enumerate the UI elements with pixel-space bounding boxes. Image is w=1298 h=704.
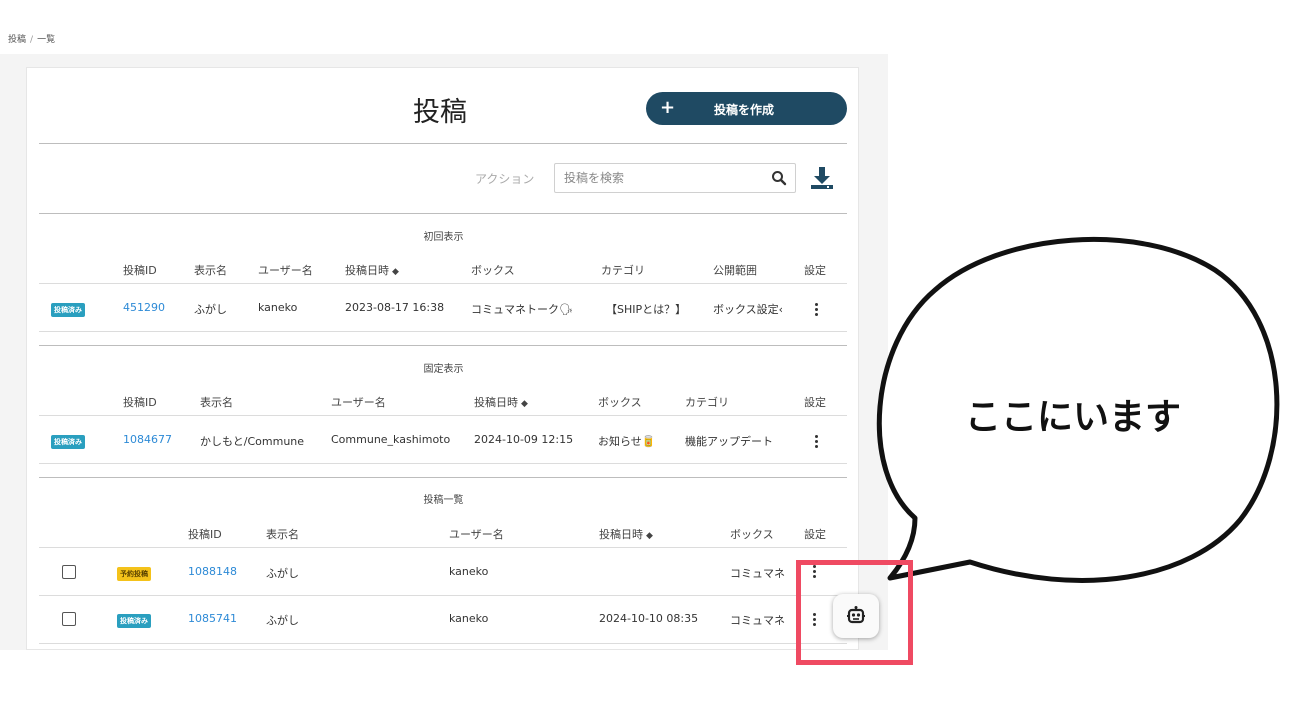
search-input[interactable] bbox=[555, 164, 755, 192]
column-header-label: 投稿日時 bbox=[345, 264, 389, 277]
search-icon[interactable] bbox=[771, 170, 787, 186]
column-header-label: 投稿日時 bbox=[599, 528, 643, 541]
display-name: ふがし bbox=[194, 303, 227, 316]
first-display-title: 初回表示 bbox=[423, 232, 464, 243]
posted-at: 2024-10-09 12:15 bbox=[474, 433, 574, 446]
row-menu-icon[interactable] bbox=[811, 301, 821, 317]
column-header-user-name: ユーザー名 bbox=[449, 528, 504, 541]
column-header-category: カテゴリ bbox=[601, 264, 645, 277]
divider bbox=[39, 415, 847, 416]
sort-icon[interactable]: ◆ bbox=[646, 531, 653, 541]
box-name: お知らせ🥫 bbox=[598, 435, 656, 448]
column-header-display-name: 表示名 bbox=[266, 528, 299, 541]
post-list-title: 投稿一覧 bbox=[423, 495, 464, 506]
column-header-id: 投稿ID bbox=[123, 396, 157, 409]
divider bbox=[39, 477, 847, 478]
sort-icon[interactable]: ◆ bbox=[521, 399, 528, 409]
divider bbox=[39, 283, 847, 284]
column-header-box: ボックス bbox=[730, 528, 774, 541]
column-header-settings: 設定 bbox=[804, 396, 826, 409]
divider bbox=[39, 213, 847, 214]
divider bbox=[39, 547, 847, 548]
column-header-id: 投稿ID bbox=[123, 264, 157, 277]
status-badge: 投稿済み bbox=[51, 435, 85, 449]
column-header-posted-at[interactable]: 投稿日時 ◆ bbox=[345, 262, 399, 278]
column-header-display-name: 表示名 bbox=[200, 396, 233, 409]
column-header-user-name: ユーザー名 bbox=[258, 264, 313, 277]
column-header-box: ボックス bbox=[471, 264, 515, 277]
category-name: 機能アップデート bbox=[685, 435, 773, 448]
plus-icon: + bbox=[660, 97, 676, 118]
post-id-link[interactable]: 1088148 bbox=[188, 565, 237, 578]
column-header-id: 投稿ID bbox=[188, 528, 222, 541]
column-header-visibility: 公開範囲 bbox=[713, 264, 757, 277]
page-title: 投稿 bbox=[413, 97, 467, 128]
status-badge: 予約投稿 bbox=[117, 567, 151, 581]
breadcrumb-separator: / bbox=[30, 35, 34, 45]
pinned-display-title: 固定表示 bbox=[423, 364, 464, 375]
post-id-link[interactable]: 451290 bbox=[123, 301, 165, 314]
column-header-box: ボックス bbox=[598, 396, 642, 409]
box-name: コミュマネトーク🗣 bbox=[471, 303, 573, 316]
row-checkbox[interactable] bbox=[62, 565, 76, 579]
breadcrumb-root[interactable]: 投稿 bbox=[8, 35, 26, 45]
download-icon[interactable] bbox=[809, 165, 835, 191]
row-checkbox[interactable] bbox=[62, 612, 76, 626]
column-header-label: 投稿日時 bbox=[474, 396, 518, 409]
column-header-display-name: 表示名 bbox=[194, 264, 227, 277]
divider bbox=[39, 331, 847, 332]
post-id-link[interactable]: 1085741 bbox=[188, 612, 237, 625]
divider bbox=[39, 143, 847, 144]
robot-icon bbox=[847, 606, 865, 624]
divider bbox=[39, 463, 847, 464]
display-name: ふがし bbox=[266, 614, 299, 627]
divider bbox=[39, 595, 847, 596]
column-header-settings: 設定 bbox=[804, 264, 826, 277]
create-post-button[interactable]: + 投稿を作成 bbox=[646, 92, 847, 125]
user-name: kaneko bbox=[449, 612, 489, 625]
search-box bbox=[554, 163, 796, 193]
posted-at: 2024-10-10 08:35 bbox=[599, 612, 699, 625]
posted-at: 2023-08-17 16:38 bbox=[345, 301, 445, 314]
user-name: kaneko bbox=[449, 565, 489, 578]
create-post-label: 投稿を作成 bbox=[714, 103, 775, 117]
breadcrumb: 投稿 / 一覧 bbox=[8, 32, 55, 45]
breadcrumb-current: 一覧 bbox=[37, 35, 56, 45]
callout-text: ここにいます bbox=[965, 397, 1182, 438]
assistant-button[interactable] bbox=[833, 594, 879, 638]
display-name: かしもと/Commune bbox=[200, 435, 305, 448]
user-name: kaneko bbox=[258, 301, 298, 314]
divider bbox=[39, 643, 847, 644]
posts-card: 投稿 + 投稿を作成 アクション 初回表示 投稿ID 表示名 ユーザー名 投稿日… bbox=[26, 67, 859, 650]
column-header-user-name: ユーザー名 bbox=[331, 396, 386, 409]
column-header-category: カテゴリ bbox=[685, 396, 729, 409]
action-menu[interactable]: アクション bbox=[475, 170, 534, 187]
sort-icon[interactable]: ◆ bbox=[392, 267, 399, 277]
status-badge: 投稿済み bbox=[51, 303, 85, 317]
status-badge: 投稿済み bbox=[117, 614, 151, 628]
row-menu-icon[interactable] bbox=[811, 433, 821, 449]
display-name: ふがし bbox=[266, 567, 299, 580]
category-name: 【SHIPとは？】 bbox=[606, 303, 687, 316]
box-name: コミュマネ bbox=[730, 614, 785, 627]
column-header-posted-at[interactable]: 投稿日時 ◆ bbox=[474, 394, 528, 410]
visibility: ボックス設定‹ bbox=[713, 303, 784, 316]
column-header-settings: 設定 bbox=[804, 528, 826, 541]
divider bbox=[39, 345, 847, 346]
user-name: Commune_kashimoto bbox=[331, 433, 451, 446]
post-id-link[interactable]: 1084677 bbox=[123, 433, 172, 446]
column-header-posted-at[interactable]: 投稿日時 ◆ bbox=[599, 526, 653, 542]
box-name: コミュマネ bbox=[730, 567, 785, 580]
